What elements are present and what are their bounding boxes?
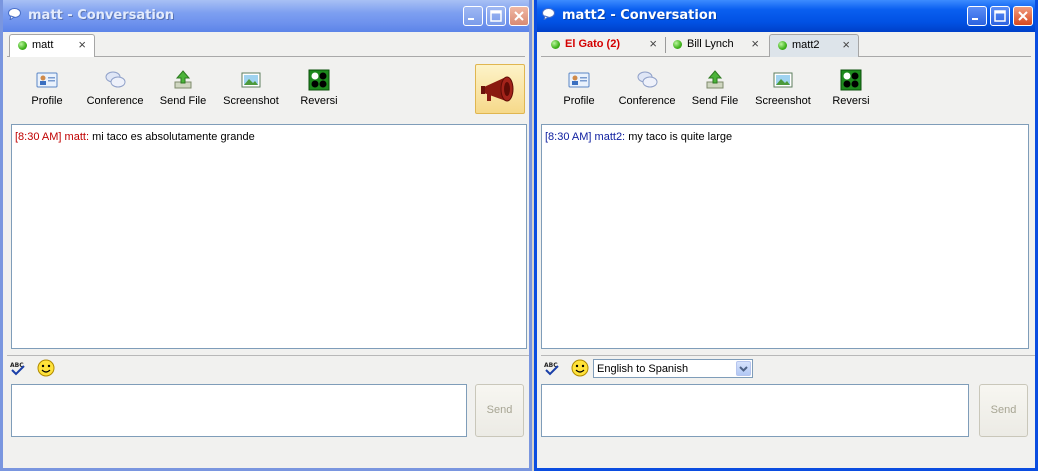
- tab-label: El Gato (2): [565, 38, 621, 50]
- toolbar: Profile Conference Send File Screenshot: [7, 57, 525, 119]
- message-input[interactable]: [11, 384, 467, 437]
- conference-icon: [637, 71, 658, 88]
- screenshot-icon: [241, 72, 261, 88]
- divider: [7, 355, 529, 356]
- online-status-icon: [778, 41, 787, 50]
- tool-label: Screenshot: [223, 95, 279, 107]
- close-icon: [1018, 11, 1028, 21]
- screenshot-icon: [773, 72, 793, 88]
- reversi-icon: [308, 69, 330, 91]
- screenshot-button[interactable]: Screenshot: [221, 69, 281, 107]
- emoticon-icon[interactable]: [571, 359, 589, 377]
- message-sender: matt2:: [594, 131, 626, 143]
- tab-el-gato[interactable]: El Gato (2) ×: [543, 34, 666, 56]
- chat-bubble-icon: [8, 8, 21, 20]
- message-sender: matt:: [64, 131, 89, 143]
- conversation-log[interactable]: [8:30 AM] matt2: my taco is quite large: [541, 124, 1029, 349]
- close-icon: [514, 11, 524, 21]
- chat-bubble-icon: [542, 8, 555, 20]
- profile-icon: [568, 72, 590, 88]
- tab-close-icon[interactable]: ×: [842, 37, 850, 52]
- maximize-button[interactable]: [990, 6, 1010, 26]
- nudge-button[interactable]: [475, 64, 525, 114]
- tool-label: Send File: [691, 95, 739, 107]
- spellcheck-icon[interactable]: ABC: [544, 360, 560, 376]
- conference-button[interactable]: Conference: [85, 69, 145, 107]
- megaphone-icon: [481, 76, 514, 102]
- reversi-button[interactable]: Reversi: [289, 69, 349, 107]
- message-time: [8:30 AM]: [15, 131, 62, 143]
- minimize-icon: [972, 18, 978, 20]
- tool-label: Conference: [618, 95, 676, 107]
- tab-label: matt: [32, 39, 54, 51]
- send-file-icon: [706, 70, 724, 89]
- online-status-icon: [673, 40, 682, 49]
- toolbar: Profile Conference Send File Screenshot: [541, 57, 1031, 119]
- send-file-button[interactable]: Send File: [685, 69, 745, 107]
- tool-label: Profile: [563, 95, 595, 107]
- online-status-icon: [18, 41, 27, 50]
- message-text: mi taco es absolutamente grande: [92, 131, 255, 143]
- send-file-button[interactable]: Send File: [153, 69, 213, 107]
- tab-label: matt2: [792, 39, 820, 51]
- maximize-icon: [994, 10, 1006, 22]
- profile-button[interactable]: Profile: [17, 69, 77, 107]
- reversi-icon: [840, 69, 862, 91]
- send-file-icon: [174, 70, 192, 89]
- tab-strip: matt ×: [7, 32, 525, 57]
- conversation-log[interactable]: [8:30 AM] matt: mi taco es absolutamente…: [11, 124, 527, 349]
- minimize-button[interactable]: [463, 6, 483, 26]
- send-button[interactable]: Send: [475, 384, 524, 437]
- minimize-button[interactable]: [967, 6, 987, 26]
- reversi-button[interactable]: Reversi: [821, 69, 881, 107]
- maximize-button[interactable]: [486, 6, 506, 26]
- close-button[interactable]: [1013, 6, 1033, 26]
- tab-close-icon[interactable]: ×: [751, 36, 759, 51]
- message-time: [8:30 AM]: [545, 131, 592, 143]
- spellcheck-icon[interactable]: ABC: [10, 360, 26, 376]
- translation-value: English to Spanish: [597, 363, 689, 375]
- screenshot-button[interactable]: Screenshot: [753, 69, 813, 107]
- window-title: matt - Conversation: [28, 8, 174, 23]
- chat-message: [8:30 AM] matt2: my taco is quite large: [545, 131, 1025, 143]
- dropdown-button[interactable]: [736, 361, 751, 376]
- format-bar: ABC English to Spanish: [541, 359, 1031, 380]
- right-conversation-window: matt2 - Conversation El Gato (2) × Bill …: [534, 0, 1038, 471]
- message-input[interactable]: [541, 384, 969, 437]
- tool-label: Reversi: [832, 95, 870, 107]
- conference-icon: [105, 71, 126, 88]
- tool-label: Profile: [31, 95, 63, 107]
- tab-close-icon[interactable]: ×: [649, 36, 657, 51]
- format-bar: ABC: [7, 359, 525, 380]
- title-bar[interactable]: matt - Conversation: [3, 0, 529, 32]
- profile-icon: [36, 72, 58, 88]
- profile-button[interactable]: Profile: [549, 69, 609, 107]
- left-conversation-window: matt - Conversation matt × Profile Confe…: [0, 0, 532, 471]
- tab-strip: El Gato (2) × Bill Lynch × matt2 ×: [541, 32, 1031, 57]
- emoticon-icon[interactable]: [37, 359, 55, 377]
- send-button[interactable]: Send: [979, 384, 1028, 437]
- tab-matt[interactable]: matt ×: [9, 34, 95, 57]
- tool-label: Conference: [86, 95, 144, 107]
- online-status-icon: [551, 40, 560, 49]
- tab-close-icon[interactable]: ×: [78, 37, 86, 52]
- translation-select[interactable]: English to Spanish: [593, 359, 753, 378]
- minimize-icon: [468, 18, 474, 20]
- chat-message: [8:30 AM] matt: mi taco es absolutamente…: [15, 131, 523, 143]
- divider: [541, 355, 1035, 356]
- close-button[interactable]: [509, 6, 529, 26]
- tab-label: Bill Lynch: [687, 38, 734, 50]
- tool-label: Reversi: [300, 95, 338, 107]
- message-text: my taco is quite large: [628, 131, 733, 143]
- tool-label: Screenshot: [755, 95, 811, 107]
- tab-matt2[interactable]: matt2 ×: [769, 34, 859, 57]
- chevron-down-icon: [739, 366, 748, 372]
- maximize-icon: [490, 10, 502, 22]
- title-bar[interactable]: matt2 - Conversation: [537, 0, 1035, 32]
- tool-label: Send File: [159, 95, 207, 107]
- window-title: matt2 - Conversation: [562, 8, 718, 23]
- conference-button[interactable]: Conference: [617, 69, 677, 107]
- tab-bill-lynch[interactable]: Bill Lynch ×: [665, 34, 767, 56]
